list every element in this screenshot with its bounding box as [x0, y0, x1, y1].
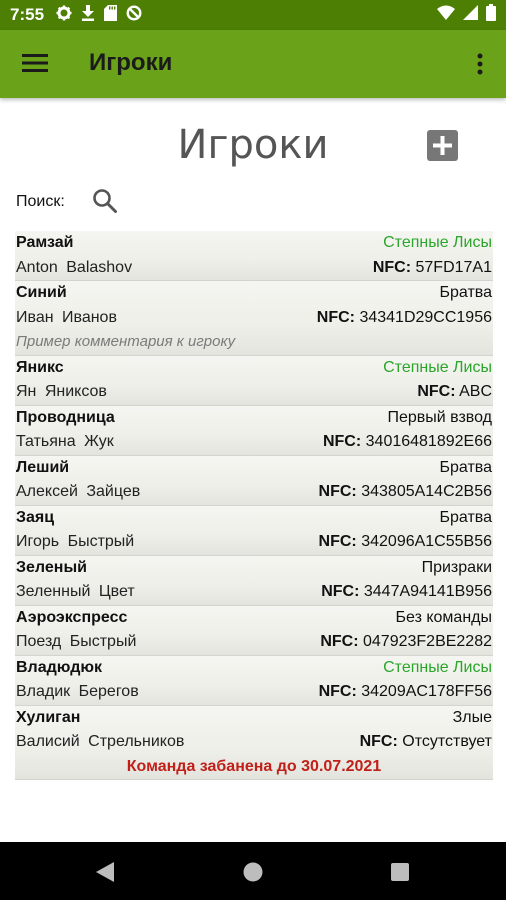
nfc-value: 343805A14C2B56 [361, 483, 492, 501]
nfc-value: 34016481892E66 [365, 433, 492, 451]
player-name: Игорь Быстрый [16, 533, 135, 551]
nfc-value: 342096A1C55B56 [361, 533, 492, 551]
player-nfc: NFC: 57FD17A1 [373, 259, 492, 277]
player-nick: Синий [16, 284, 67, 302]
back-icon[interactable] [96, 862, 114, 887]
nfc-label: NFC: [321, 583, 360, 601]
player-nick: Хулиган [16, 708, 81, 726]
search-icon[interactable] [92, 188, 118, 219]
player-team: Первый взвод [387, 408, 492, 426]
nfc-label: NFC: [318, 533, 357, 551]
player-team: Степные Лисы [383, 658, 492, 676]
app-bar-title: Игроки [89, 49, 173, 76]
ban-notice: Команда забанена до 30.07.2021 [126, 757, 382, 775]
nfc-value: 34209AC178FF56 [361, 683, 492, 701]
sd-card-icon [104, 4, 118, 26]
nfc-label: NFC: [359, 733, 398, 751]
search-label: Поиск: [16, 193, 65, 210]
player-comment: Пример комментария к игроку [16, 333, 236, 350]
recents-icon[interactable] [391, 863, 409, 886]
player-row[interactable]: Аэроэкспресс Без команды Поезд Быстрый N… [15, 605, 493, 656]
player-team: Степные Лисы [383, 234, 492, 252]
nfc-label: NFC: [417, 383, 456, 401]
player-name: Иван Иванов [16, 308, 117, 326]
player-nfc: NFC: 34341D29CC1956 [317, 309, 492, 327]
player-nfc: NFC: 3447A94141B956 [321, 583, 492, 601]
player-nick: Владюдюк [16, 658, 103, 676]
player-row[interactable]: Проводница Первый взвод Татьяна Жук NFC:… [15, 405, 493, 456]
player-team: Братва [439, 508, 493, 526]
download-icon [81, 4, 95, 26]
player-name: Владик Берегов [16, 683, 139, 701]
player-nick: Проводница [16, 408, 115, 426]
nfc-value: 57FD17A1 [415, 258, 493, 276]
player-nfc: NFC: 34016481892E66 [323, 433, 492, 451]
player-nfc: NFC: 34209AC178FF56 [319, 683, 492, 701]
nfc-label: NFC: [316, 308, 355, 326]
player-row[interactable]: Хулиган Злые Валисий Стрельников NFC: От… [15, 705, 493, 780]
player-nick: Леший [16, 458, 70, 476]
player-row[interactable]: Владюдюк Степные Лисы Владик Берегов NFC… [15, 655, 493, 706]
player-nick: Заяц [16, 508, 55, 526]
home-icon[interactable] [243, 862, 263, 887]
battery-icon [486, 4, 496, 26]
player-name: Зеленный Цвет [16, 583, 135, 601]
status-bar: 7:55 [0, 0, 506, 30]
player-team: Злые [452, 708, 492, 726]
player-row[interactable]: Рамзай Степные Лисы Anton Balashov NFC: … [15, 231, 493, 281]
hamburger-menu-icon[interactable] [22, 53, 48, 78]
nfc-label: NFC: [318, 483, 357, 501]
player-row[interactable]: Зеленый Призраки Зеленный Цвет NFC: 3447… [15, 555, 493, 606]
player-team: Братва [439, 458, 493, 476]
status-time: 7:55 [10, 5, 45, 24]
player-nfc: NFC: 342096A1C55B56 [319, 533, 492, 551]
player-team: Степные Лисы [383, 358, 492, 376]
player-row[interactable]: Синий Братва Иван Иванов NFC: 34341D29CC… [15, 281, 493, 356]
players-list: Рамзай Степные Лисы Anton Balashov NFC: … [15, 231, 493, 780]
player-nfc: NFC: Отсутствует [360, 733, 492, 751]
player-row[interactable]: Заяц Братва Игорь Быстрый NFC: 342096A1C… [15, 505, 493, 556]
nosign-icon [126, 4, 142, 26]
player-row[interactable]: Леший Братва Алексей Зайцев NFC: 343805A… [15, 455, 493, 506]
plus-box-icon [427, 130, 458, 161]
cell-signal-icon [463, 5, 478, 25]
nfc-value: 047923F2BE2282 [363, 633, 492, 651]
nfc-value: Отсутствует [402, 733, 492, 751]
player-name: Татьяна Жук [16, 433, 114, 451]
player-nfc: NFC: 343805A14C2B56 [319, 483, 492, 501]
player-nick: Яникс [16, 358, 64, 376]
player-nfc: NFC: 047923F2BE2282 [320, 633, 492, 651]
player-team: Призраки [421, 558, 492, 576]
player-name: Ян Яниксов [16, 383, 107, 401]
player-team: Братва [439, 284, 493, 302]
overflow-menu-icon[interactable] [470, 50, 490, 78]
nfc-label: NFC: [318, 683, 357, 701]
wifi-icon [437, 5, 455, 25]
nfc-value: ABC [459, 383, 492, 401]
player-name: Алексей Зайцев [16, 483, 141, 501]
player-name: Поезд Быстрый [16, 633, 137, 651]
nfc-value: 3447A94141B956 [363, 583, 492, 601]
player-name: Валисий Стрельников [16, 733, 185, 751]
player-row[interactable]: Яникс Степные Лисы Ян Яниксов NFC: ABC [15, 355, 493, 406]
nfc-value: 34341D29CC1956 [359, 308, 492, 326]
nfc-label: NFC: [322, 433, 362, 451]
nfc-label: NFC: [372, 258, 412, 276]
player-team: Без команды [395, 608, 492, 626]
player-nick: Аэроэкспресс [16, 608, 128, 626]
player-nick: Зеленый [16, 558, 87, 576]
gear-icon [56, 5, 72, 26]
app-bar: Игроки [0, 30, 506, 98]
navigation-bar [0, 842, 506, 900]
add-player-button[interactable] [427, 130, 458, 166]
player-name: Anton Balashov [16, 258, 133, 276]
nfc-label: NFC: [320, 633, 359, 651]
player-nick: Рамзай [16, 234, 74, 252]
player-nfc: NFC: ABC [417, 383, 492, 401]
